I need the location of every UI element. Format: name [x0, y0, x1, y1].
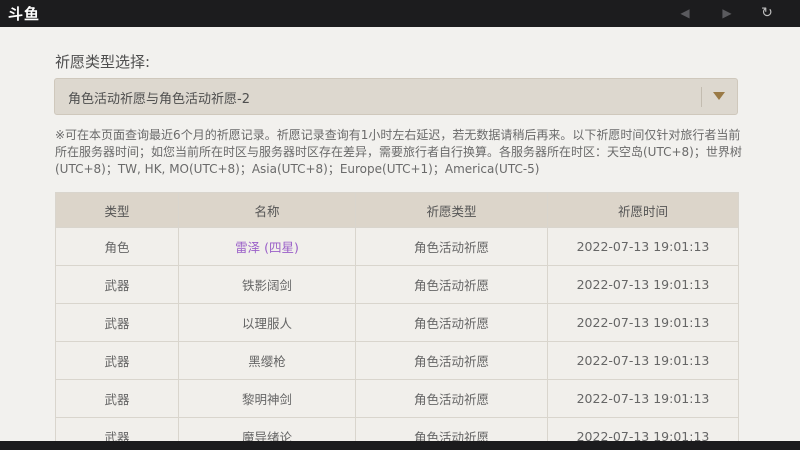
cell-wish-type: 角色活动祈愿	[355, 379, 548, 418]
table-row: 武器 铁影阔剑 角色活动祈愿 2022-07-13 19:01:13	[55, 265, 739, 304]
page-heading: 祈愿类型选择:	[55, 53, 151, 71]
cell-type: 武器	[55, 341, 179, 380]
forward-icon[interactable]: ▶	[718, 4, 736, 22]
cell-name: 魔导绪论	[178, 417, 356, 441]
cell-name: 黎明神剑	[178, 379, 356, 418]
cell-wish-type: 角色活动祈愿	[355, 341, 548, 380]
wish-type-select[interactable]: 角色活动祈愿与角色活动祈愿-2	[54, 78, 738, 115]
header-name: 名称	[178, 192, 356, 228]
cell-wish-time: 2022-07-13 19:01:13	[547, 341, 739, 380]
cell-type: 角色	[55, 227, 179, 266]
table-row: 武器 黑缨枪 角色活动祈愿 2022-07-13 19:01:13	[55, 341, 739, 380]
cell-name: 雷泽 (四星)	[178, 227, 356, 266]
cell-name: 铁影阔剑	[178, 265, 356, 304]
cell-wish-time: 2022-07-13 19:01:13	[547, 379, 739, 418]
cell-wish-type: 角色活动祈愿	[355, 227, 548, 266]
select-divider	[701, 87, 702, 107]
wish-history-page: 祈愿类型选择: 角色活动祈愿与角色活动祈愿-2 ※可在本页面查询最近6个月的祈愿…	[0, 27, 800, 441]
bottom-strip	[0, 441, 800, 450]
cell-wish-time: 2022-07-13 19:01:13	[547, 265, 739, 304]
back-icon[interactable]: ◀	[676, 4, 694, 22]
table-row: 武器 以理服人 角色活动祈愿 2022-07-13 19:01:13	[55, 303, 739, 342]
cell-type: 武器	[55, 379, 179, 418]
reload-icon[interactable]: ↻	[758, 4, 776, 22]
cell-wish-time: 2022-07-13 19:01:13	[547, 417, 739, 441]
header-wish-type: 祈愿类型	[355, 192, 548, 228]
cell-type: 武器	[55, 303, 179, 342]
cell-wish-type: 角色活动祈愿	[355, 417, 548, 441]
cell-wish-time: 2022-07-13 19:01:13	[547, 303, 739, 342]
top-bar: 斗鱼 ◀ ▶ ↻	[0, 0, 800, 27]
cell-name: 黑缨枪	[178, 341, 356, 380]
cell-wish-time: 2022-07-13 19:01:13	[547, 227, 739, 266]
table-header-row: 类型 名称 祈愿类型 祈愿时间	[55, 192, 739, 228]
chevron-down-icon[interactable]	[713, 92, 725, 100]
header-type: 类型	[55, 192, 179, 228]
wish-type-selected-value: 角色活动祈愿与角色活动祈愿-2	[68, 92, 250, 107]
table-row: 武器 魔导绪论 角色活动祈愿 2022-07-13 19:01:13	[55, 417, 739, 441]
wish-history-table: 类型 名称 祈愿类型 祈愿时间 角色 雷泽 (四星) 角色活动祈愿 2022-0…	[55, 192, 739, 441]
table-row: 武器 黎明神剑 角色活动祈愿 2022-07-13 19:01:13	[55, 379, 739, 418]
cell-type: 武器	[55, 265, 179, 304]
douyu-logo: 斗鱼	[8, 5, 41, 23]
header-wish-time: 祈愿时间	[547, 192, 739, 228]
cell-name: 以理服人	[178, 303, 356, 342]
table-row: 角色 雷泽 (四星) 角色活动祈愿 2022-07-13 19:01:13	[55, 227, 739, 266]
cell-type: 武器	[55, 417, 179, 441]
notice-text: ※可在本页面查询最近6个月的祈愿记录。祈愿记录查询有1小时左右延迟，若无数据请稍…	[55, 128, 742, 176]
cell-wish-type: 角色活动祈愿	[355, 303, 548, 342]
cell-wish-type: 角色活动祈愿	[355, 265, 548, 304]
